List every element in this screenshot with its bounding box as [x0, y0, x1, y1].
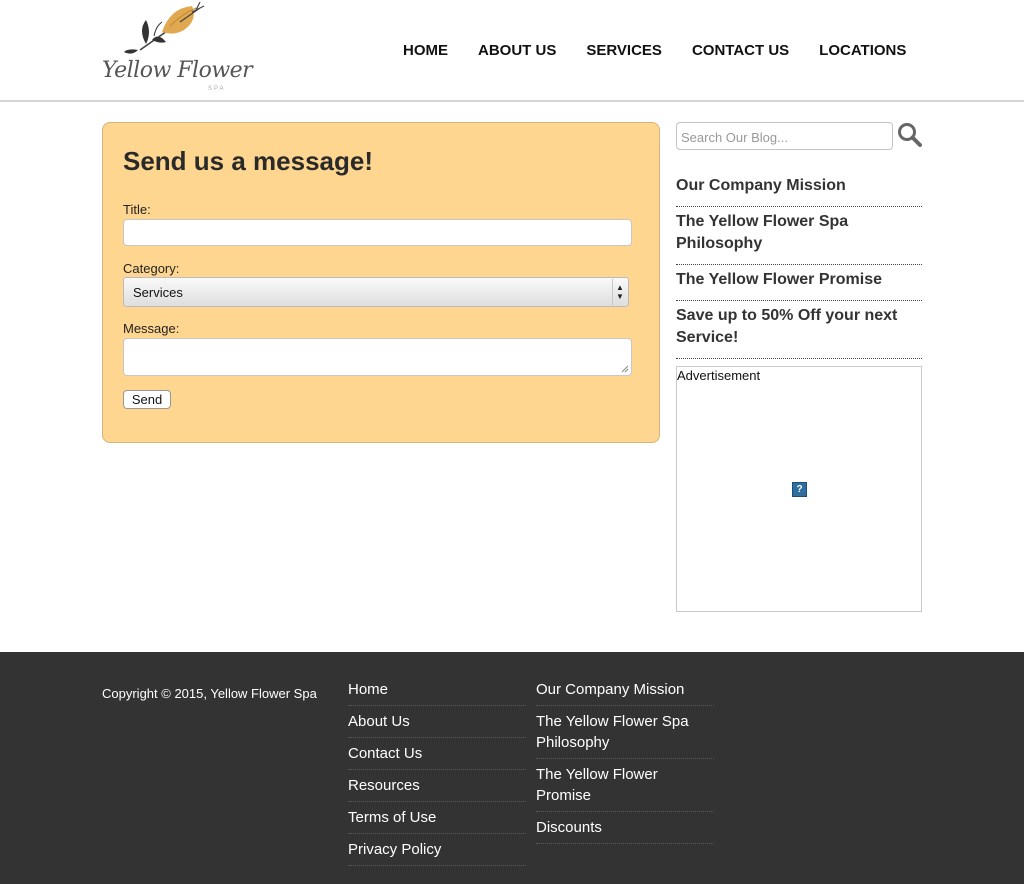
flower-logo-icon [124, 2, 205, 54]
sidebar-link-promise[interactable]: The Yellow Flower Promise [676, 268, 922, 301]
message-form-panel: Send us a message! Title: Category: Serv… [102, 122, 660, 443]
category-select[interactable]: Services ▲ ▼ [123, 277, 629, 307]
footer-link-contact-us[interactable]: Contact Us [348, 738, 526, 770]
sidebar-link-philosophy[interactable]: The Yellow Flower Spa Philosophy [676, 210, 922, 265]
form-heading: Send us a message! [123, 146, 373, 176]
sidebar-link-mission[interactable]: Our Company Mission [676, 174, 922, 207]
footer-link-resources[interactable]: Resources [348, 770, 526, 802]
footer-link-promise[interactable]: The Yellow Flower Promise [536, 759, 714, 812]
copyright-text: Copyright © 2015, Yellow Flower Spa [102, 686, 317, 701]
title-label: Title: [123, 202, 151, 217]
footer-link-discounts[interactable]: Discounts [536, 812, 714, 844]
category-label: Category: [123, 261, 180, 276]
advertisement-box[interactable]: Advertisement ? [676, 366, 922, 612]
nav-services[interactable]: SERVICES [586, 42, 662, 59]
blog-search-input[interactable]: Search Our Blog... [676, 122, 893, 150]
footer-link-home[interactable]: Home [348, 674, 526, 706]
logo-text: Yellow Flower [102, 58, 253, 83]
advertisement-label: Advertisement [677, 368, 761, 383]
footer-link-mission[interactable]: Our Company Mission [536, 674, 714, 706]
category-selected-value: Services [133, 285, 183, 300]
footer-links-main: Home About Us Contact Us Resources Terms… [348, 674, 526, 866]
broken-image-icon: ? [792, 482, 807, 497]
select-arrows-icon: ▲ ▼ [612, 279, 627, 305]
sidebar-links: Our Company Mission The Yellow Flower Sp… [676, 174, 922, 362]
site-footer: Copyright © 2015, Yellow Flower Spa Home… [0, 652, 1024, 884]
logo-subtext: SPA [208, 86, 226, 92]
message-textarea[interactable] [123, 338, 632, 376]
footer-link-privacy[interactable]: Privacy Policy [348, 834, 526, 866]
site-header: Yellow Flower SPA HOME ABOUT US SERVICES… [0, 0, 1024, 102]
title-input[interactable] [123, 219, 632, 246]
send-button[interactable]: Send [123, 390, 171, 409]
nav-about-us[interactable]: ABOUT US [478, 42, 556, 59]
nav-home[interactable]: HOME [403, 42, 448, 59]
sidebar-link-discount[interactable]: Save up to 50% Off your next Service! [676, 304, 922, 359]
footer-link-philosophy[interactable]: The Yellow Flower Spa Philosophy [536, 706, 714, 759]
main-nav: HOME ABOUT US SERVICES CONTACT US LOCATI… [388, 42, 921, 59]
message-label: Message: [123, 321, 180, 336]
footer-link-terms[interactable]: Terms of Use [348, 802, 526, 834]
nav-contact-us[interactable]: CONTACT US [692, 42, 789, 59]
footer-links-blog: Our Company Mission The Yellow Flower Sp… [536, 674, 714, 844]
nav-locations[interactable]: LOCATIONS [819, 42, 906, 59]
footer-link-about-us[interactable]: About Us [348, 706, 526, 738]
logo[interactable]: Yellow Flower SPA [100, 2, 253, 98]
resize-handle-icon[interactable] [621, 365, 629, 373]
search-icon[interactable] [897, 122, 923, 148]
